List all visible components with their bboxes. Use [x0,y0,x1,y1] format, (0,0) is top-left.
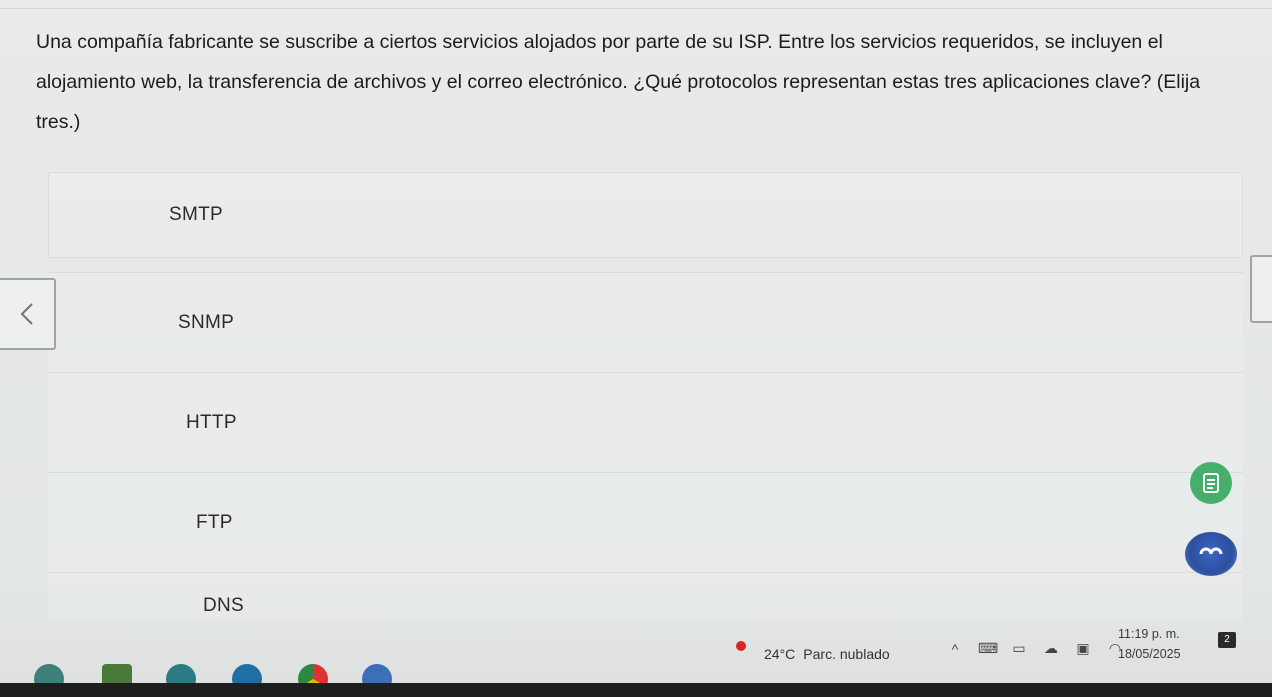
clock-time: 11:19 p. m. [1118,627,1180,641]
chevron-left-icon [20,303,33,325]
camera-icon[interactable]: ▭ [1010,640,1028,657]
chevron-up-icon[interactable]: ^ [946,641,964,657]
next-button[interactable] [1250,255,1272,323]
keyboard-icon[interactable]: ⌨ [978,640,998,657]
system-tray: ^ ⌨ ▭ ☁ ▣ ◠ [946,640,1124,657]
previous-button[interactable] [0,278,56,350]
weather-temperature: 24°C [764,646,796,662]
notepad-icon [1203,473,1219,493]
notes-button[interactable] [1190,462,1232,504]
app-logo-icon [1199,547,1223,555]
notification-icon[interactable]: 2 [1218,632,1236,648]
app-floating-button[interactable] [1185,532,1237,576]
option-snmp[interactable]: SNMP [48,272,1243,372]
cloud-icon[interactable]: ☁ [1042,640,1060,657]
option-label: SMTP [169,204,223,225]
question-text: Una compañía fabricante se suscribe a ci… [36,31,1201,133]
weather-widget[interactable]: 24°C Parc. nublado [736,641,890,662]
alert-badge [736,641,746,651]
display-icon[interactable]: ▣ [1074,640,1092,657]
clock-date: 18/05/2025 [1118,647,1181,661]
option-ftp[interactable]: FTP [48,472,1243,572]
screen-bezel [0,683,1272,697]
clock[interactable]: 11:19 p. m. 18/05/2025 [1118,624,1181,664]
top-divider [0,8,1272,9]
option-label: FTP [196,511,233,533]
option-http[interactable]: HTTP [48,372,1243,472]
answer-options: SMTP SNMP HTTP FTP DNS [48,172,1243,635]
option-smtp[interactable]: SMTP [48,172,1243,258]
weather-description: Parc. nublado [803,646,890,662]
notification-count: 2 [1224,634,1230,645]
option-label: HTTP [186,411,237,433]
option-label: SNMP [178,311,235,333]
